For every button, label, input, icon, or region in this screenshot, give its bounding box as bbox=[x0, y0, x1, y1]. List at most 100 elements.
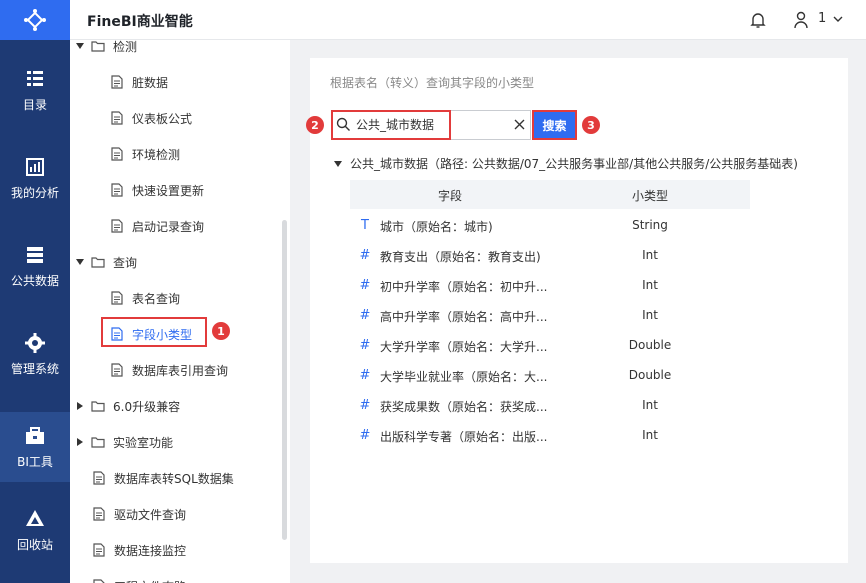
number-type-icon: # bbox=[359, 338, 371, 353]
table-row: # 获奖成果数（原始名：获奖成... Int bbox=[350, 390, 750, 420]
tree-item-label: 工程文件态路 bbox=[114, 578, 186, 583]
tree-item[interactable]: 工程文件态路 bbox=[70, 568, 290, 583]
number-type-icon: # bbox=[359, 248, 371, 263]
tree-item-label: 6.0升级兼容 bbox=[113, 399, 181, 414]
tree-item[interactable]: 数据连接监控 bbox=[70, 532, 290, 568]
tree-item-label: 实验室功能 bbox=[113, 435, 174, 450]
number-type-icon: # bbox=[359, 308, 371, 323]
tree-folder[interactable]: 实验室功能 bbox=[70, 424, 290, 460]
field-type-cell: Int bbox=[642, 428, 658, 442]
top-header: FineBI商业智能 1 bbox=[70, 0, 866, 40]
search-input[interactable]: 公共_城市数据 bbox=[356, 116, 434, 133]
tree-item[interactable]: 数据库表引用查询 bbox=[70, 352, 290, 388]
catalog-icon bbox=[27, 70, 43, 86]
tree-item-label: 数据库表引用查询 bbox=[132, 363, 229, 378]
search-button[interactable]: 搜索 bbox=[532, 110, 577, 140]
field-name-cell: 获奖成果数（原始名：获奖成... bbox=[380, 400, 548, 414]
tree-item[interactable]: 驱动文件查询 bbox=[70, 496, 290, 532]
chevron-down-icon[interactable] bbox=[832, 13, 844, 25]
result-title-text: 公共_城市数据（路径: 公共数据/07_公共服务事业部/其他公共服务/公共服务基… bbox=[350, 157, 798, 171]
tree-item[interactable]: 启动记录查询 bbox=[70, 208, 290, 244]
annotation-badge-2: 2 bbox=[306, 116, 324, 134]
document-icon bbox=[93, 471, 105, 485]
logo[interactable] bbox=[0, 0, 70, 40]
field-type-cell: Double bbox=[628, 368, 672, 382]
table-header: 字段 小类型 bbox=[350, 180, 750, 209]
nav-label: 管理系统 bbox=[10, 361, 59, 376]
document-icon bbox=[111, 363, 123, 377]
field-type-cell: Int bbox=[642, 248, 658, 262]
nav-label: 目录 bbox=[22, 97, 47, 112]
document-icon bbox=[111, 111, 123, 125]
nav-item-public-data[interactable]: 公共数据 bbox=[0, 231, 70, 301]
field-type-cell: Int bbox=[642, 308, 658, 322]
field-name-cell: 城市（原始名：城市) bbox=[380, 220, 493, 234]
table-row: # 出版科学专著（原始名：出版... Int bbox=[350, 420, 750, 450]
field-type-cell: String bbox=[632, 218, 668, 232]
document-icon bbox=[111, 75, 123, 89]
caret-down-icon[interactable] bbox=[75, 257, 85, 267]
tree-folder[interactable]: 检测 bbox=[70, 40, 290, 64]
nav-item-my-analysis[interactable]: 我的分析 bbox=[0, 143, 70, 213]
tree-item[interactable]: 仪表板公式 bbox=[70, 100, 290, 136]
public-data-icon bbox=[27, 246, 43, 263]
tree-item-label: 仪表板公式 bbox=[132, 111, 193, 126]
search-box: 公共_城市数据 bbox=[331, 110, 531, 140]
field-name-cell: 出版科学专著（原始名：出版... bbox=[380, 430, 548, 444]
left-nav: 目录 我的分析 公共数据 管理系统 BI工具 回收站 bbox=[0, 0, 70, 583]
caret-down-icon[interactable] bbox=[75, 41, 85, 51]
tree-item[interactable]: 脏数据 bbox=[70, 64, 290, 100]
table-row: T 城市（原始名：城市) String bbox=[350, 210, 750, 240]
nav-item-bi-tools[interactable]: BI工具 bbox=[0, 412, 70, 482]
tree-folder[interactable]: 6.0升级兼容 bbox=[70, 388, 290, 424]
tree-item[interactable]: 表名查询 bbox=[70, 280, 290, 316]
caret-down-icon[interactable] bbox=[334, 160, 342, 168]
annotation-badge-1: 1 bbox=[212, 322, 230, 340]
hint-text: 根据表名（转义）查询其字段的小类型 bbox=[330, 76, 535, 90]
logo-icon bbox=[24, 9, 46, 31]
table-row: # 大学毕业就业率（原始名：大... Double bbox=[350, 360, 750, 390]
document-icon bbox=[111, 291, 123, 305]
table-row: # 初中升学率（原始名：初中升... Int bbox=[350, 270, 750, 300]
folder-icon bbox=[91, 437, 105, 448]
tree-folder[interactable]: 查询 bbox=[70, 244, 290, 280]
tree-item[interactable]: 环境检测 bbox=[70, 136, 290, 172]
tree-item-label: 数据连接监控 bbox=[114, 543, 187, 558]
nav-label: 回收站 bbox=[16, 537, 53, 552]
annotation-badge-3: 3 bbox=[582, 116, 600, 134]
number-type-icon: # bbox=[359, 398, 371, 413]
tool-tree: 检测 脏数据 仪表板公式 环境检测 快速设置更新 启动记录查询 查询 表名查询 字段小类型 数据库… bbox=[70, 40, 290, 583]
field-type-cell: Int bbox=[642, 398, 658, 412]
caret-right-icon[interactable] bbox=[75, 437, 85, 447]
field-name-cell: 大学毕业就业率（原始名：大... bbox=[380, 370, 548, 384]
nav-label: 公共数据 bbox=[10, 273, 59, 288]
tree-item-label: 数据库表转SQL数据集 bbox=[114, 471, 234, 486]
clear-icon[interactable] bbox=[514, 119, 525, 130]
nav-item-recycle-bin[interactable]: 回收站 bbox=[0, 495, 70, 565]
number-type-icon: # bbox=[359, 368, 371, 383]
document-icon bbox=[111, 219, 123, 233]
tree-item-label: 驱动文件查询 bbox=[114, 507, 187, 522]
document-icon bbox=[93, 507, 105, 521]
number-type-icon: # bbox=[359, 428, 371, 443]
user-name[interactable]: 1 bbox=[818, 11, 826, 26]
tree-item[interactable]: 快速设置更新 bbox=[70, 172, 290, 208]
number-type-icon: # bbox=[359, 278, 371, 293]
nav-item-management[interactable]: 管理系统 bbox=[0, 319, 70, 389]
bell-icon[interactable] bbox=[750, 11, 766, 29]
text-type-icon: T bbox=[361, 218, 369, 233]
result-title[interactable]: 公共_城市数据（路径: 公共数据/07_公共服务事业部/其他公共服务/公共服务基… bbox=[334, 155, 798, 172]
field-name-cell: 大学升学率（原始名：大学升... bbox=[380, 340, 548, 354]
document-icon bbox=[93, 579, 105, 583]
field-type-cell: Double bbox=[628, 338, 672, 352]
user-icon[interactable] bbox=[794, 11, 808, 29]
nav-label: BI工具 bbox=[17, 454, 53, 469]
folder-icon bbox=[91, 401, 105, 412]
tree-scrollbar[interactable] bbox=[282, 220, 287, 540]
caret-right-icon[interactable] bbox=[75, 401, 85, 411]
recycle-icon bbox=[26, 509, 44, 526]
tree-item[interactable]: 数据库表转SQL数据集 bbox=[70, 460, 290, 496]
toolbox-icon bbox=[26, 426, 44, 444]
nav-item-catalog[interactable]: 目录 bbox=[0, 55, 70, 125]
annotation-box-selected bbox=[101, 317, 207, 347]
